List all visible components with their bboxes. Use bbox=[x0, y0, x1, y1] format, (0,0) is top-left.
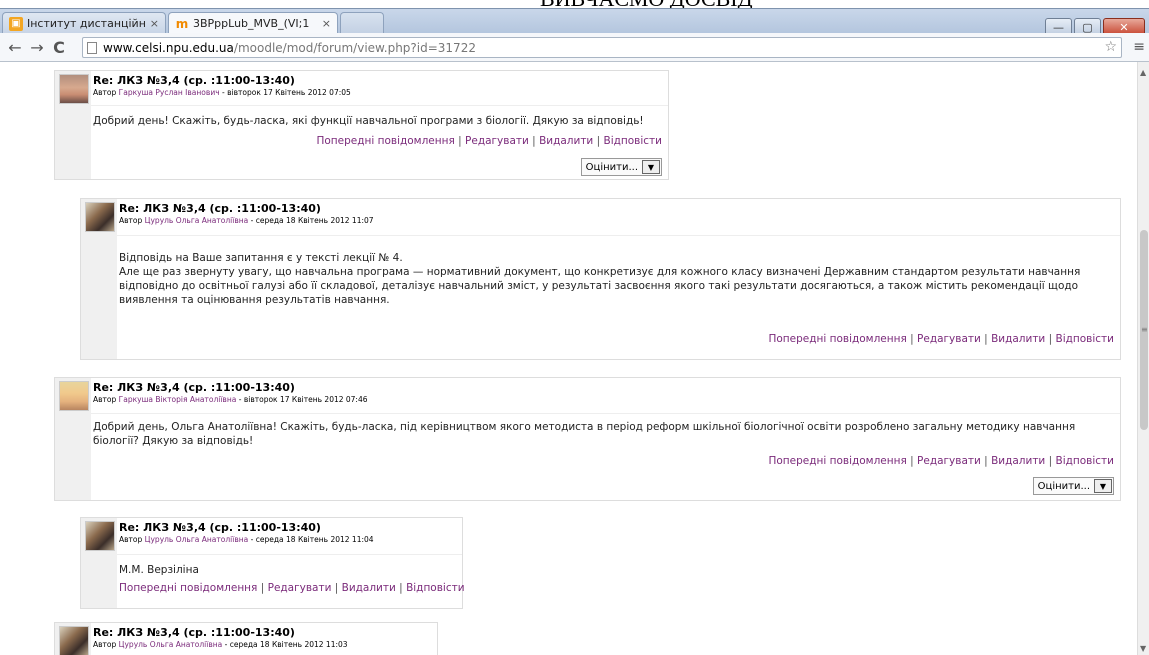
scroll-down-icon[interactable]: ▼ bbox=[1140, 644, 1146, 653]
avatar[interactable] bbox=[59, 626, 89, 655]
prev-messages-link[interactable]: Попередні повідомлення bbox=[768, 333, 906, 345]
browser-toolbar: ← → C www.celsi.npu.edu.ua /moodle/mod/f… bbox=[0, 33, 1149, 62]
address-bar[interactable]: www.celsi.npu.edu.ua /moodle/mod/forum/v… bbox=[82, 37, 1122, 58]
back-arrow-icon[interactable]: ← bbox=[4, 38, 26, 57]
avatar[interactable] bbox=[85, 521, 115, 551]
author-link[interactable]: Цуруль Ольга Анатоліївна bbox=[145, 535, 249, 544]
post-body: Відповідь на Ваше запитання є у тексті л… bbox=[119, 252, 1081, 306]
reload-icon[interactable]: C bbox=[48, 38, 70, 57]
rate-select[interactable]: Оцінити... ▼ bbox=[580, 158, 662, 176]
delete-link[interactable]: Видалити bbox=[539, 135, 593, 147]
post-body: М.М. Верзіліна bbox=[119, 564, 199, 576]
institute-favicon-icon: ▣ bbox=[9, 16, 23, 31]
edit-link[interactable]: Редагувати bbox=[465, 135, 529, 147]
scroll-up-icon[interactable]: ▲ bbox=[1140, 68, 1146, 77]
tab-bar: ▣ Інститут дистанційн × m 3BPppLub_MVB_(… bbox=[0, 8, 1149, 36]
forum-post: Re: ЛКЗ №3,4 (ср. :11:00-13:40) Автор Цу… bbox=[54, 622, 438, 655]
forum-post: Re: ЛКЗ №3,4 (ср. :11:00-13:40) Автор Цу… bbox=[80, 198, 1121, 360]
avatar[interactable] bbox=[85, 202, 115, 232]
prev-messages-link[interactable]: Попередні повідомлення bbox=[119, 582, 257, 594]
bookmark-star-icon[interactable]: ☆ bbox=[1104, 39, 1117, 55]
post-subject: Re: ЛКЗ №3,4 (ср. :11:00-13:40) bbox=[93, 626, 295, 639]
page-caption: ВИВЧАЄМО ДОСВІД bbox=[0, 0, 1149, 8]
chevron-down-icon: ▼ bbox=[1094, 479, 1112, 493]
author-link[interactable]: Цуруль Ольга Анатоліївна bbox=[145, 216, 249, 225]
rate-select[interactable]: Оцінити... ▼ bbox=[1032, 477, 1114, 495]
page-content: Re: ЛКЗ №3,4 (ср. :11:00-13:40) Автор Га… bbox=[0, 62, 1149, 655]
post-subject: Re: ЛКЗ №3,4 (ср. :11:00-13:40) bbox=[119, 202, 321, 215]
forward-arrow-icon[interactable]: → bbox=[26, 38, 48, 57]
address-path: /moodle/mod/forum/view.php?id=31722 bbox=[233, 40, 476, 55]
edit-link[interactable]: Редагувати bbox=[917, 333, 981, 345]
delete-link[interactable]: Видалити bbox=[991, 333, 1045, 345]
post-commands: Попередні повідомлення | Редагувати | Ви… bbox=[768, 333, 1114, 345]
post-author: Автор Гаркуша Вікторія Анатоліївна - вів… bbox=[93, 395, 368, 404]
post-author: Автор Цуруль Ольга Анатоліївна - середа … bbox=[119, 216, 374, 225]
post-commands: Попередні повідомлення | Редагувати | Ви… bbox=[316, 135, 662, 147]
reply-link[interactable]: Відповісти bbox=[406, 582, 465, 594]
post-subject: Re: ЛКЗ №3,4 (ср. :11:00-13:40) bbox=[93, 74, 295, 87]
post-author: Автор Гаркуша Руслан Іванович - вівторок… bbox=[93, 88, 351, 97]
forum-post: Re: ЛКЗ №3,4 (ср. :11:00-13:40) Автор Га… bbox=[54, 377, 1121, 501]
vertical-scrollbar[interactable]: ▲ ≡ ▼ bbox=[1137, 62, 1149, 655]
post-subject: Re: ЛКЗ №3,4 (ср. :11:00-13:40) bbox=[119, 521, 321, 534]
close-icon[interactable]: × bbox=[322, 17, 331, 30]
forum-post: Re: ЛКЗ №3,4 (ср. :11:00-13:40) Автор Га… bbox=[54, 70, 669, 180]
post-subject: Re: ЛКЗ №3,4 (ср. :11:00-13:40) bbox=[93, 381, 295, 394]
author-link[interactable]: Цуруль Ольга Анатоліївна bbox=[119, 640, 223, 649]
prev-messages-link[interactable]: Попередні повідомлення bbox=[768, 455, 906, 467]
post-author: Автор Цуруль Ольга Анатоліївна - середа … bbox=[93, 640, 348, 649]
close-icon[interactable]: × bbox=[150, 17, 159, 30]
tab-institute[interactable]: ▣ Інститут дистанційн × bbox=[2, 12, 166, 34]
post-commands: Попередні повідомлення | Редагувати | Ви… bbox=[768, 455, 1114, 467]
post-commands: Попередні повідомлення | Редагувати | Ви… bbox=[119, 582, 465, 594]
author-link[interactable]: Гаркуша Вікторія Анатоліївна bbox=[119, 395, 237, 404]
menu-icon[interactable]: ≡ bbox=[1133, 39, 1145, 55]
address-host: www.celsi.npu.edu.ua bbox=[103, 40, 234, 55]
moodle-favicon-icon: m bbox=[175, 16, 189, 31]
caption-text: ВИВЧАЄМО ДОСВІД bbox=[540, 0, 753, 8]
page-icon bbox=[87, 41, 97, 54]
post-author: Автор Цуруль Ольга Анатоліївна - середа … bbox=[119, 535, 374, 544]
tab-title: 3BPppLub_MVB_(VI;1 bbox=[193, 17, 310, 30]
scroll-grip-icon: ≡ bbox=[1141, 325, 1148, 334]
prev-messages-link[interactable]: Попередні повідомлення bbox=[316, 135, 454, 147]
edit-link[interactable]: Редагувати bbox=[268, 582, 332, 594]
new-tab-button[interactable] bbox=[340, 12, 384, 34]
tab-forum[interactable]: m 3BPppLub_MVB_(VI;1 × bbox=[168, 12, 338, 34]
forum-post: Re: ЛКЗ №3,4 (ср. :11:00-13:40) Автор Цу… bbox=[80, 517, 465, 609]
delete-link[interactable]: Видалити bbox=[991, 455, 1045, 467]
tab-title: Інститут дистанційн bbox=[27, 17, 146, 30]
post-body: Добрий день, Ольга Анатоліївна! Скажіть,… bbox=[93, 421, 1076, 447]
edit-link[interactable]: Редагувати bbox=[917, 455, 981, 467]
reply-link[interactable]: Відповісти bbox=[1056, 455, 1115, 467]
avatar[interactable] bbox=[59, 74, 89, 104]
author-link[interactable]: Гаркуша Руслан Іванович bbox=[119, 88, 220, 97]
avatar[interactable] bbox=[59, 381, 89, 411]
reply-link[interactable]: Відповісти bbox=[604, 135, 663, 147]
delete-link[interactable]: Видалити bbox=[342, 582, 396, 594]
chevron-down-icon: ▼ bbox=[642, 160, 660, 174]
post-body: Добрий день! Скажіть, будь-ласка, які фу… bbox=[93, 115, 644, 127]
reply-link[interactable]: Відповісти bbox=[1056, 333, 1115, 345]
